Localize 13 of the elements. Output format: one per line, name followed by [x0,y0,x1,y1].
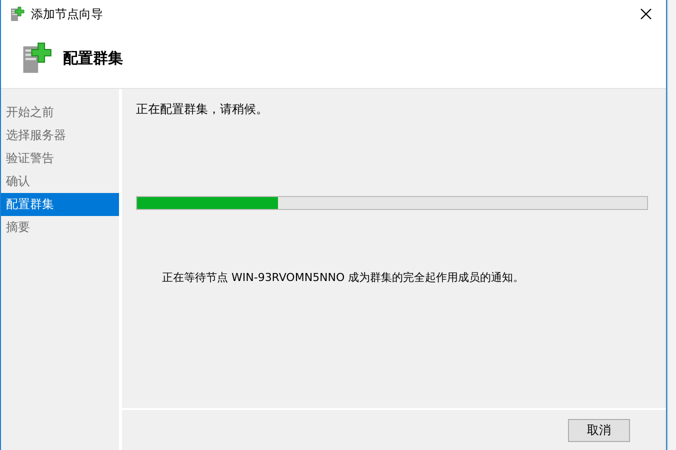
detail-text: 正在等待节点 WIN-93RVOMN5NNO 成为群集的完全起作用成员的通知。 [162,270,526,285]
step-item: 开始之前 [5,104,55,121]
close-icon [640,8,652,20]
window-title: 添加节点向导 [31,6,104,22]
page-heading: 配置群集 [63,48,123,68]
step-item: 摘要 [5,219,31,236]
server-add-icon [9,6,25,22]
cancel-button[interactable]: 取消 [568,418,630,442]
step-item: 验证警告 [5,150,55,167]
step-item: 配置群集 [1,193,119,216]
status-text: 正在配置群集，请稍候。 [136,101,269,118]
step-item: 选择服务器 [5,127,67,144]
step-item: 确认 [5,173,31,190]
